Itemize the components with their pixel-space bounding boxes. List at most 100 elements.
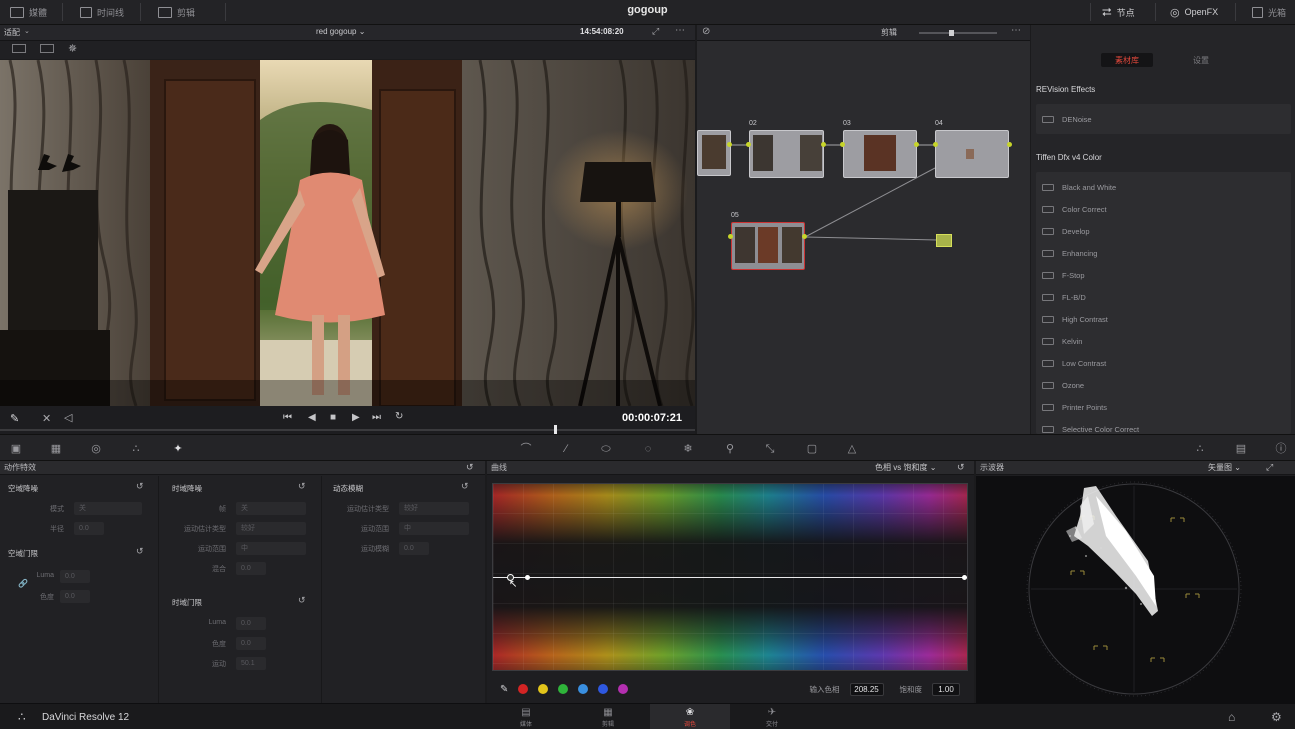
fx-item[interactable]: Enhancing [1036, 242, 1291, 264]
close-icon[interactable]: ✕ [42, 412, 51, 425]
window-icon[interactable]: ⬭ [600, 443, 612, 455]
more-options-icon[interactable]: ⋯ [675, 25, 685, 36]
node-05[interactable] [731, 222, 805, 270]
split-screen-icon[interactable] [12, 44, 26, 53]
scope-mode-select[interactable]: 矢量图 ⌄ [1208, 462, 1241, 473]
hue-swatch-1[interactable] [538, 684, 549, 694]
hue-swatch-0[interactable] [518, 684, 529, 694]
node-nav-icon[interactable]: ⊘ [702, 26, 710, 37]
page-color[interactable]: ❀ 调色 [650, 704, 730, 729]
node-mode-select[interactable]: 剪辑 [881, 27, 897, 38]
scope-icon[interactable]: ∴ [1194, 443, 1206, 455]
info-graph-icon[interactable]: ▤ [1235, 443, 1247, 455]
fx-item[interactable]: Develop [1036, 220, 1291, 242]
audio-icon[interactable]: ◁ [64, 411, 72, 424]
blur-icon[interactable]: ❄ [682, 443, 694, 455]
fx-item[interactable]: F-Stop [1036, 264, 1291, 286]
play-button[interactable]: ▶ [352, 412, 360, 423]
sizing-icon[interactable]: ⤡ [764, 443, 776, 455]
go-to-end-button[interactable]: ⏭ [372, 412, 381, 423]
gallery-icon[interactable] [40, 44, 54, 53]
fx-item[interactable]: High Contrast [1036, 308, 1291, 330]
key-icon[interactable]: ⚲ [724, 443, 736, 455]
hue-swatch-3[interactable] [578, 684, 589, 694]
spatial-reset-icon[interactable]: ↺ [136, 481, 144, 492]
temporal-blend-field[interactable]: 0.0 [236, 562, 266, 575]
curve-line[interactable] [493, 577, 967, 578]
zoom-chevron-icon[interactable]: ⌄ [24, 27, 30, 35]
temporal-frames-select[interactable]: 关 [236, 502, 306, 515]
highlight-icon[interactable]: ✵ [68, 42, 77, 55]
spatial-threshold-reset-icon[interactable]: ↺ [136, 546, 144, 557]
link-icon[interactable]: 🔗 [18, 579, 28, 588]
hue-swatch-2[interactable] [558, 684, 569, 694]
expand-icon[interactable]: ⤢ [652, 26, 659, 37]
loop-button[interactable]: ↻ [395, 411, 403, 422]
temporal-reset-icon[interactable]: ↺ [298, 481, 306, 492]
spatial-radius-field[interactable]: 0.0 [74, 522, 104, 535]
scope-expand-icon[interactable]: ⤢ [1266, 462, 1273, 473]
node-03-input[interactable] [840, 142, 845, 147]
reset-icon[interactable]: ↺ [466, 462, 474, 473]
fx-item[interactable]: Printer Points [1036, 396, 1291, 418]
tracker-icon[interactable]: ◌ [642, 443, 654, 455]
pen-tool-icon[interactable]: ✎ [10, 412, 19, 425]
viewer-frame[interactable] [0, 60, 695, 406]
curves-reset-icon[interactable]: ↺ [957, 462, 965, 473]
curve-point-2[interactable] [525, 575, 530, 580]
nodes-button[interactable]: ⮂ 节点 [1102, 3, 1135, 21]
node-05-input[interactable] [728, 234, 733, 239]
fx-item[interactable]: FL-B/D [1036, 286, 1291, 308]
rgb-mixer-icon[interactable]: ∴ [130, 443, 142, 455]
spatial-luma-field[interactable]: 0.0 [60, 570, 90, 583]
fx-item[interactable]: Selective Color Correct [1036, 418, 1291, 434]
fx-item[interactable]: Ozone [1036, 374, 1291, 396]
node-03[interactable] [843, 130, 917, 178]
zoom-select[interactable]: 适配 [4, 27, 20, 38]
spatial-chroma-field[interactable]: 0.0 [60, 590, 90, 603]
motion-blur-reset-icon[interactable]: ↺ [461, 481, 469, 492]
openfx-button[interactable]: ◎ OpenFX [1170, 3, 1218, 21]
temporal-chroma-field[interactable]: 0.0 [236, 637, 266, 650]
clip-name[interactable]: red gogoup ⌄ [316, 27, 365, 36]
settings-gear-icon[interactable]: ⚙ [1271, 710, 1282, 724]
hue-swatch-5[interactable] [618, 684, 629, 694]
node-03-output[interactable] [914, 142, 919, 147]
fx-item[interactable]: Low Contrast [1036, 352, 1291, 374]
node-zoom-slider[interactable] [919, 30, 997, 36]
stereo-icon[interactable]: △ [846, 443, 858, 455]
mb-range-select[interactable]: 中 [399, 522, 469, 535]
hue-swatch-4[interactable] [598, 684, 609, 694]
page-media[interactable]: ▤ 媒体 [486, 704, 566, 729]
output-node[interactable] [936, 234, 952, 247]
color-wheels-icon[interactable]: ◎ [90, 443, 102, 455]
fx-item[interactable]: Black and White [1036, 176, 1291, 198]
node-04[interactable] [935, 130, 1009, 178]
qualifier-icon[interactable]: ∕ [560, 443, 572, 455]
node-04-input[interactable] [933, 142, 938, 147]
temporal-luma-field[interactable]: 0.0 [236, 617, 266, 630]
input-hue-field[interactable]: 208.25 [849, 682, 884, 696]
temporal-threshold-reset-icon[interactable]: ↺ [298, 595, 306, 606]
node-02-output[interactable] [821, 142, 826, 147]
curve-mode-select[interactable]: 色相 vs 饱和度 ⌄ [875, 462, 936, 473]
color-match-icon[interactable]: ▦ [50, 443, 62, 455]
curves-icon[interactable]: ⌒ [520, 443, 532, 455]
reverse-play-button[interactable]: ◀ [308, 412, 316, 423]
fx-item[interactable]: Color Correct [1036, 198, 1291, 220]
curve-point-end[interactable] [962, 575, 967, 580]
mb-amount-field[interactable]: 0.0 [399, 542, 429, 555]
mb-type-select[interactable]: 较好 [399, 502, 469, 515]
playhead[interactable] [554, 425, 557, 434]
eyedropper-icon[interactable]: ✎ [500, 684, 508, 695]
spatial-mode-select[interactable]: 关 [74, 502, 142, 515]
home-icon[interactable]: ⌂ [1228, 710, 1235, 724]
tab-library[interactable]: 素材库 [1101, 53, 1153, 67]
node-04-output[interactable] [1007, 142, 1012, 147]
go-to-start-button[interactable]: ⏮ [283, 412, 292, 423]
camera-raw-icon[interactable]: ▣ [10, 443, 22, 455]
node-02-input[interactable] [746, 142, 751, 147]
node-05-output[interactable] [802, 234, 807, 239]
stop-button[interactable]: ■ [330, 412, 336, 423]
fx-item[interactable]: Kelvin [1036, 330, 1291, 352]
